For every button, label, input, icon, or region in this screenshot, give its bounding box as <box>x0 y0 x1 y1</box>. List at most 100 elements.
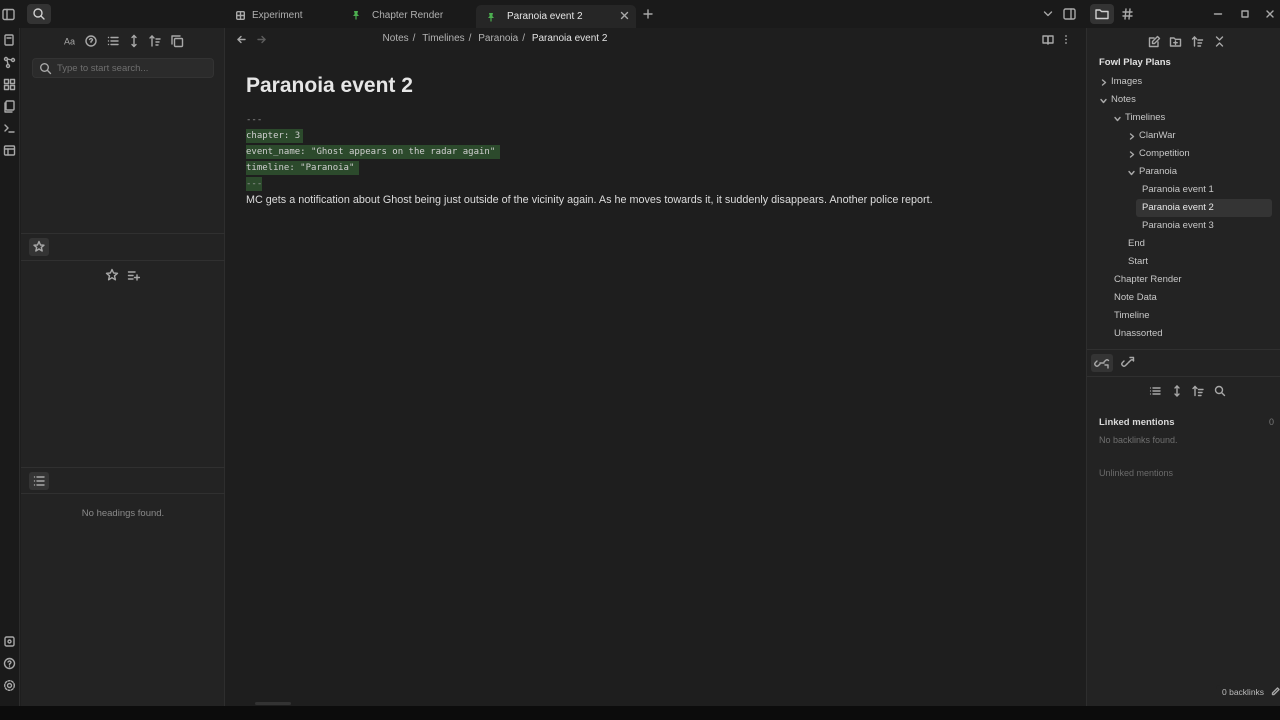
search-box[interactable] <box>32 58 214 78</box>
expand-collapse-icon[interactable] <box>1171 385 1183 397</box>
title-bar: Experiment Chapter Render Paranoia event… <box>0 0 1280 28</box>
chevron-right-icon[interactable] <box>1101 79 1107 86</box>
tab-label: Paranoia event 2 <box>507 11 583 22</box>
tree-file-timeline[interactable]: Timeline <box>1114 307 1150 325</box>
editor-pane: Notes / Timelines / Paranoia / Paranoia eve… <box>225 28 1085 708</box>
new-tab-icon[interactable] <box>643 9 653 19</box>
divider <box>21 233 225 234</box>
search-button[interactable] <box>27 4 51 24</box>
divider <box>21 260 225 261</box>
graph-view-icon[interactable] <box>2 55 17 70</box>
file-explorer-button[interactable] <box>1090 4 1114 24</box>
chevron-down-icon[interactable] <box>1128 170 1135 176</box>
breadcrumb-timelines[interactable]: Timelines <box>422 33 464 44</box>
sidebar-toggle-icon[interactable] <box>2 8 15 21</box>
tree-folder-timelines[interactable]: Timelines <box>1125 109 1165 127</box>
bookmark-star-icon[interactable] <box>105 268 119 282</box>
chevron-right-icon[interactable] <box>1129 133 1135 140</box>
tree-file-unassorted[interactable]: Unassorted <box>1114 325 1163 343</box>
terminal-icon[interactable] <box>2 121 17 136</box>
screen-bottom-edge <box>0 706 1280 720</box>
tab-paranoia-event-2[interactable]: Paranoia event 2 <box>476 5 636 28</box>
unlinked-mentions-heading[interactable]: Unlinked mentions <box>1099 468 1173 478</box>
tree-folder-clanwar[interactable]: ClanWar <box>1139 127 1176 145</box>
breadcrumb: Notes / Timelines / Paranoia / Paranoia eve… <box>382 33 608 44</box>
search-backlinks-icon[interactable] <box>1214 385 1226 397</box>
layout-icon <box>236 10 245 20</box>
breadcrumb-paranoia[interactable]: Paranoia <box>478 33 518 44</box>
edit-pencil-icon[interactable] <box>1271 687 1280 697</box>
breadcrumb-current[interactable]: Paranoia event 2 <box>532 33 608 44</box>
templates-icon[interactable] <box>2 99 17 114</box>
divider <box>1087 376 1280 377</box>
ribbon <box>0 28 20 708</box>
reading-view-icon[interactable] <box>1042 34 1054 45</box>
right-sidebar-toggle-icon[interactable] <box>1063 8 1076 20</box>
frontmatter-line[interactable]: event_name: "Ghost appears on the radar … <box>246 145 501 159</box>
no-backlinks-text: No backlinks found. <box>1099 435 1178 445</box>
tree-folder-images[interactable]: Images <box>1111 73 1142 91</box>
sort-backlinks-icon[interactable] <box>1192 385 1204 397</box>
note-body-text[interactable]: MC gets a notification about Ghost being… <box>246 194 933 206</box>
tree-file-paranoia-event-1[interactable]: Paranoia event 1 <box>1142 181 1214 199</box>
new-folder-icon[interactable] <box>1169 35 1182 48</box>
collapse-all-icon[interactable] <box>1213 35 1226 48</box>
chevron-right-icon[interactable] <box>1129 151 1135 158</box>
vault-switcher-icon[interactable] <box>2 634 17 649</box>
maximize-icon[interactable] <box>1238 7 1252 21</box>
chevron-down-icon[interactable] <box>1043 10 1053 18</box>
tags-icon[interactable] <box>1122 8 1133 20</box>
frontmatter-delimiter[interactable]: --- <box>246 177 263 191</box>
tree-file-end[interactable]: End <box>1128 235 1145 253</box>
more-options-icon[interactable] <box>1063 34 1069 45</box>
tab-label: Chapter Render <box>372 9 444 21</box>
tree-folder-paranoia[interactable]: Paranoia <box>1139 163 1177 181</box>
search-input[interactable] <box>57 61 207 75</box>
new-note-icon[interactable] <box>1148 35 1161 48</box>
backlinks-count[interactable]: 0 backlinks <box>1222 687 1264 697</box>
tree-file-paranoia-event-2[interactable]: Paranoia event 2 <box>1136 199 1272 217</box>
vault-name[interactable]: Fowl Play Plans <box>1099 57 1171 68</box>
outline-empty-text: No headings found. <box>81 508 165 519</box>
list-view-icon[interactable] <box>1149 385 1161 397</box>
chevron-down-icon[interactable] <box>1100 98 1107 104</box>
tree-folder-notes[interactable]: Notes <box>1111 91 1136 109</box>
pin-icon <box>351 10 361 20</box>
sort-icon[interactable] <box>1191 35 1204 48</box>
tab-experiment[interactable]: Experiment <box>236 5 303 25</box>
daily-notes-icon[interactable] <box>2 143 17 158</box>
left-sidebar: Aa No headings found. <box>21 28 225 708</box>
note-title[interactable]: Paranoia event 2 <box>246 74 413 98</box>
chevron-down-icon[interactable] <box>1114 116 1121 122</box>
tree-file-note-data[interactable]: Note Data <box>1114 289 1157 307</box>
linked-mentions-count: 0 <box>1269 417 1275 427</box>
status-bar: 0 backlinks <box>1216 685 1280 700</box>
close-icon[interactable] <box>620 11 629 20</box>
outgoing-links-icon[interactable] <box>1121 356 1135 370</box>
window-close-icon[interactable] <box>1263 7 1277 21</box>
tree-file-start[interactable]: Start <box>1128 253 1148 271</box>
tree-folder-competition[interactable]: Competition <box>1139 145 1190 163</box>
breadcrumb-notes[interactable]: Notes <box>383 33 409 44</box>
search-icon <box>39 62 52 75</box>
new-bookmark-group-icon[interactable] <box>127 269 140 282</box>
divider <box>21 493 225 494</box>
tab-chapter-render[interactable]: Chapter Render <box>351 5 443 25</box>
outline-tab[interactable] <box>29 472 49 490</box>
tab-label: Experiment <box>252 9 303 21</box>
divider <box>1087 349 1280 350</box>
linked-mentions-heading[interactable]: Linked mentions <box>1099 417 1174 428</box>
minimize-icon[interactable] <box>1211 7 1225 21</box>
frontmatter-line[interactable]: timeline: "Paranoia" <box>246 161 360 175</box>
tree-file-paranoia-event-3[interactable]: Paranoia event 3 <box>1142 217 1214 235</box>
help-icon[interactable] <box>2 656 17 671</box>
frontmatter-line[interactable]: chapter: 3 <box>246 129 304 143</box>
settings-gear-icon[interactable] <box>2 678 17 693</box>
bookmarks-tab[interactable] <box>29 238 49 256</box>
frontmatter-delimiter[interactable]: --- <box>246 113 262 127</box>
horizontal-scrollbar[interactable] <box>255 702 291 705</box>
backlinks-tab[interactable] <box>1091 354 1113 372</box>
tree-file-chapter-render[interactable]: Chapter Render <box>1114 271 1182 289</box>
canvas-icon[interactable] <box>2 77 17 92</box>
divider <box>21 467 225 468</box>
